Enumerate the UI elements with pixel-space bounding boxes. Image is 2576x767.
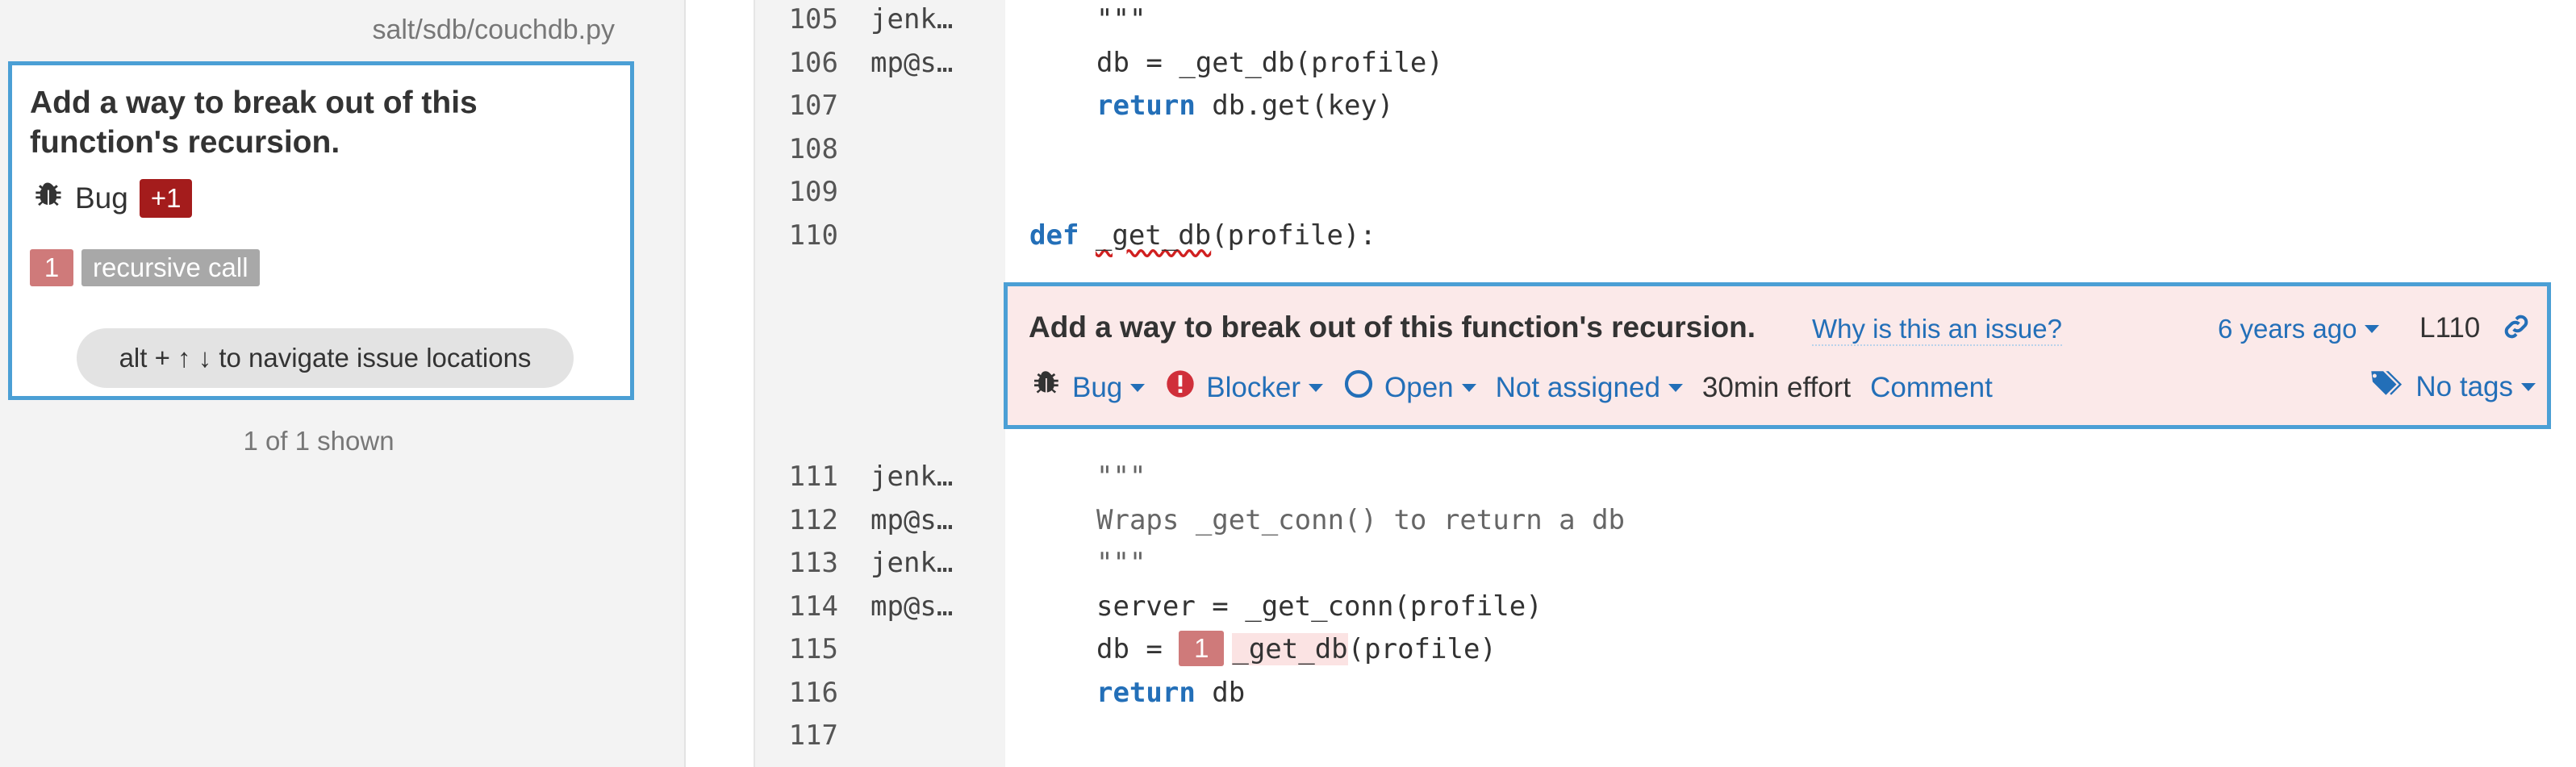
- line-number[interactable]: 112: [782, 498, 838, 542]
- severity-dropdown[interactable]: Blocker: [1164, 368, 1323, 407]
- issue-type-value: Bug: [1072, 371, 1123, 403]
- line-number[interactable]: 105: [782, 0, 838, 41]
- code-line: 117: [755, 714, 2576, 757]
- line-number[interactable]: 110: [782, 214, 838, 257]
- scm-author[interactable]: mp@s…: [870, 498, 975, 542]
- comment-link[interactable]: Comment: [1870, 372, 1993, 404]
- why-is-this-an-issue-link[interactable]: Why is this an issue?: [1812, 314, 2062, 346]
- assignee-dropdown[interactable]: Not assigned: [1496, 372, 1683, 404]
- issues-shown-count: 1 of 1 shown: [243, 426, 395, 456]
- code-line: 105 jenk… """: [755, 0, 2576, 41]
- navigation-hint: alt + ↑ ↓ to navigate issue locations: [77, 328, 574, 388]
- issue-type-label: Bug: [75, 181, 128, 215]
- code-line: 110 def _get_db(profile):: [755, 214, 2576, 257]
- code-text: """: [1096, 547, 1146, 579]
- scm-author[interactable]: jenk…: [870, 455, 975, 498]
- code-text: db = 1 _get_db(profile): [1096, 627, 1497, 671]
- line-number[interactable]: 115: [782, 627, 838, 671]
- tags-value: No tags: [2415, 370, 2513, 402]
- code-rest: db.get(key): [1195, 90, 1394, 122]
- tag-icon: [2369, 367, 2406, 406]
- location-message[interactable]: recursive call: [81, 249, 260, 286]
- keyword: return: [1096, 90, 1196, 122]
- keyword: return: [1096, 677, 1196, 709]
- open-status-icon: [1342, 368, 1375, 407]
- code-line: 115 db = 1 _get_db(profile): [755, 627, 2576, 671]
- caret-down-icon: [2365, 325, 2380, 333]
- bug-icon: [1029, 367, 1063, 408]
- bug-icon: [30, 178, 65, 218]
- tags-dropdown[interactable]: No tags: [2369, 367, 2536, 406]
- code-rest: (profile): [1347, 633, 1497, 665]
- line-number[interactable]: 107: [782, 84, 838, 127]
- permalink-icon[interactable]: [2500, 311, 2532, 347]
- status-value: Open: [1384, 371, 1454, 403]
- blocker-icon: [1164, 368, 1196, 407]
- caret-down-icon: [1461, 383, 1476, 392]
- line-number[interactable]: 111: [782, 455, 838, 498]
- code-line: 109: [755, 170, 2576, 214]
- caret-down-icon: [1130, 383, 1146, 392]
- caret-down-icon: [2521, 382, 2536, 391]
- line-number[interactable]: 113: [782, 541, 838, 585]
- line-number[interactable]: 109: [782, 170, 838, 214]
- code-line: 114 mp@s… server = _get_conn(profile): [755, 585, 2576, 628]
- line-number[interactable]: 116: [782, 671, 838, 715]
- inline-issue[interactable]: Add a way to break out of this function'…: [1004, 282, 2551, 429]
- line-number[interactable]: 114: [782, 585, 838, 628]
- issue-type-dropdown[interactable]: Bug: [1029, 367, 1146, 408]
- scm-author[interactable]: mp@s…: [870, 41, 975, 85]
- code-prefix: db =: [1096, 633, 1179, 665]
- issue-card-type: Bug +1: [30, 178, 193, 218]
- scm-author[interactable]: jenk…: [870, 0, 975, 41]
- code-rest: (profile):: [1211, 219, 1376, 252]
- code-text: return db: [1096, 671, 1245, 715]
- issue-gutter: [686, 0, 755, 767]
- code-text: """: [1096, 461, 1146, 493]
- code-line: 112 mp@s… Wraps _get_conn() to return a …: [755, 498, 2576, 542]
- keyword: def: [1029, 219, 1079, 252]
- line-number[interactable]: 108: [782, 127, 838, 171]
- issue-age: 6 years ago: [2218, 314, 2357, 344]
- secondary-location-highlight[interactable]: _get_db: [1232, 633, 1348, 665]
- issues-sidebar: salt/sdb/couchdb.py Add a way to break o…: [0, 0, 686, 767]
- line-number[interactable]: 117: [782, 714, 838, 757]
- scm-author[interactable]: mp@s…: [870, 585, 975, 628]
- code-line: 113 jenk… """: [755, 541, 2576, 585]
- line-number[interactable]: 106: [782, 41, 838, 85]
- additional-locations-badge: +1: [139, 178, 193, 218]
- issue-age-dropdown[interactable]: 6 years ago: [2218, 314, 2380, 344]
- code-line: 107 return db.get(key): [755, 84, 2576, 127]
- file-path[interactable]: salt/sdb/couchdb.py: [372, 15, 615, 46]
- effort-label: 30min effort: [1701, 371, 1852, 403]
- status-dropdown[interactable]: Open: [1342, 368, 1476, 407]
- code-line: 111 jenk… """: [755, 455, 2576, 498]
- issue-card-selected[interactable]: Add a way to break out of this function'…: [8, 61, 634, 400]
- code-rest: db: [1195, 677, 1246, 709]
- code-text: server = _get_conn(profile): [1096, 590, 1543, 623]
- code-text: db = _get_db(profile): [1096, 47, 1443, 79]
- code-text: """: [1096, 3, 1146, 35]
- code-text: def _get_db(profile):: [1029, 214, 1376, 257]
- secondary-location-marker[interactable]: 1: [1179, 630, 1225, 666]
- code-text: Wraps _get_conn() to return a db: [1096, 504, 1626, 536]
- caret-down-icon: [1309, 383, 1323, 392]
- code-line: 116 return db: [755, 671, 2576, 715]
- location-number[interactable]: 1: [30, 249, 73, 286]
- caret-down-icon: [1668, 383, 1683, 392]
- issue-attributes: Bug Blocker Open Not assigned 30min effo…: [1029, 367, 2012, 408]
- issue-card-title: Add a way to break out of this function'…: [30, 85, 478, 160]
- issue-line-ref: L110: [2419, 312, 2481, 344]
- issue-message[interactable]: Add a way to break out of this function'…: [1029, 311, 1756, 344]
- scm-author[interactable]: jenk…: [870, 541, 975, 585]
- issue-location[interactable]: 1 recursive call: [30, 249, 260, 286]
- severity-value: Blocker: [1206, 371, 1301, 403]
- issue-highlight[interactable]: _get_db: [1096, 219, 1211, 252]
- code-line: 108: [755, 127, 2576, 171]
- assignee-value: Not assigned: [1495, 371, 1660, 403]
- code-text: return db.get(key): [1096, 84, 1393, 127]
- code-line: 106 mp@s… db = _get_db(profile): [755, 41, 2576, 85]
